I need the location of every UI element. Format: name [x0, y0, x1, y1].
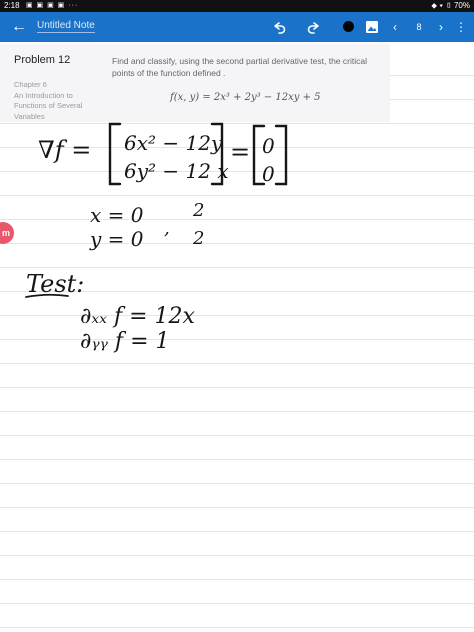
hw-bracket-left: [108, 122, 122, 186]
hw-bracket-right-2: [274, 124, 288, 186]
hw-equals: =: [230, 138, 250, 166]
handwriting-layer: ∇f = 6x² − 12y 6y² − 12 x = 0 0 x = 0 y …: [25, 122, 288, 354]
hw-row2: 6y² − 12 x: [124, 159, 229, 183]
hw-two-2: 2: [192, 228, 204, 249]
hw-two-1: 2: [192, 200, 204, 221]
hw-fyy: ∂ᵧᵧ f = 1: [80, 329, 170, 354]
hw-test: Test:: [26, 270, 84, 298]
hw-fxx: ∂ₓₓ f = 12x: [80, 304, 196, 329]
hw-gradient-label: ∇f =: [38, 136, 91, 164]
hw-y-zero: y = 0: [89, 227, 144, 251]
hw-zero-2: 0: [262, 162, 275, 186]
hw-x-zero: x = 0: [90, 203, 144, 227]
hw-row1: 6x² − 12y: [124, 131, 223, 155]
hw-comma: ,: [164, 218, 170, 239]
hw-zero-1: 0: [262, 134, 275, 158]
